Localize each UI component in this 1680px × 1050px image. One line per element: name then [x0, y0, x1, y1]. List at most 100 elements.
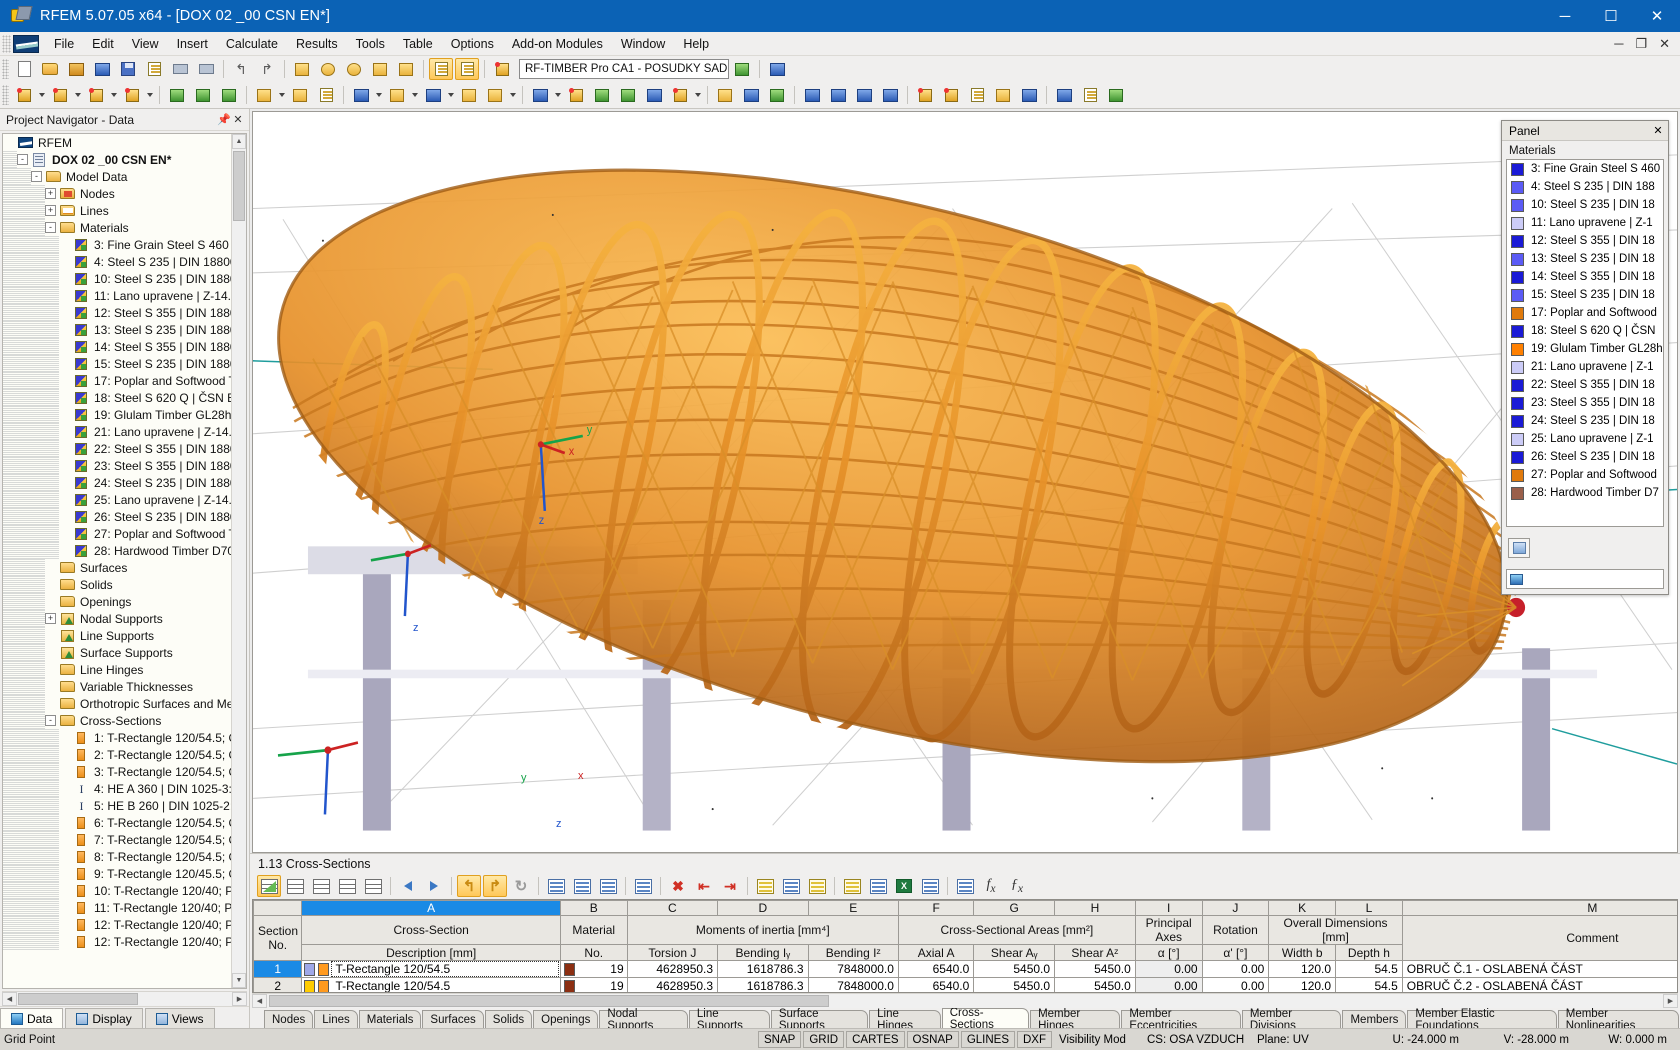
cross-section-description[interactable]: T-Rectangle 120/54.5 [332, 979, 557, 992]
tree-expander-icon[interactable]: - [45, 222, 56, 233]
scrollbar-thumb[interactable] [269, 995, 829, 1007]
scroll-right-icon[interactable]: ▶ [232, 992, 247, 1006]
table-tab-member-nonlinearities[interactable]: Member Nonlinearities [1557, 1008, 1680, 1028]
material-legend-item[interactable]: 4: Steel S 235 | DIN 188 [1507, 178, 1663, 196]
navigator-tab-views[interactable]: Views [144, 1008, 215, 1028]
remove-left-button[interactable]: ⇤ [692, 875, 716, 897]
scrollbar-thumb[interactable] [233, 151, 245, 221]
column-letter-a[interactable]: A [301, 900, 561, 916]
new-surface-dropdown[interactable] [145, 84, 155, 106]
tree-node[interactable]: 4: Steel S 235 | DIN 18800:19 [3, 253, 246, 270]
tree-node[interactable]: 12: Steel S 355 | DIN 18800:1 [3, 304, 246, 321]
mesh-settings-button[interactable] [528, 84, 552, 106]
status-dxf-toggle[interactable]: DXF [1017, 1031, 1052, 1048]
table-tab-member-eccentricities[interactable]: Member Eccentricities [1121, 1008, 1241, 1028]
mdi-minimize-button[interactable]: ─ [1608, 36, 1629, 51]
material-legend-item[interactable]: 18: Steel S 620 Q | ČSN [1507, 322, 1663, 340]
menu-item-options[interactable]: Options [442, 34, 503, 54]
navigator-horizontal-scrollbar[interactable]: ◀ ▶ [2, 991, 247, 1006]
undo-button[interactable]: ↰ [229, 58, 253, 80]
material-number-cell[interactable]: 19 [559, 977, 628, 992]
status-snap-toggle[interactable]: SNAP [758, 1031, 802, 1048]
tree-node[interactable]: Line Supports [3, 627, 246, 644]
table-tab-openings[interactable]: Openings [533, 1010, 599, 1028]
tree-node[interactable]: 23: Steel S 355 | DIN 18800:1 [3, 457, 246, 474]
clear-table-button[interactable] [631, 875, 655, 897]
redo-button[interactable]: ↱ [255, 58, 279, 80]
material-legend-item[interactable]: 17: Poplar and Softwood [1507, 304, 1663, 322]
tree-node[interactable]: - Materials [3, 219, 246, 236]
model-viewport-3d[interactable]: y x z y x z z Panel ✕ Materials 3: Fine … [252, 111, 1678, 853]
table-tab-surfaces[interactable]: Surfaces [422, 1010, 484, 1028]
copy-object-button[interactable] [483, 84, 507, 106]
torsion-j-cell[interactable]: 4628950.3 [626, 960, 719, 978]
materials-panel-close-icon[interactable]: ✕ [1651, 124, 1665, 137]
table-tab-nodal-supports[interactable]: Nodal Supports [599, 1008, 688, 1028]
view-xz-button[interactable] [852, 84, 876, 106]
panel-color-scale-bar[interactable] [1506, 569, 1664, 589]
tree-node[interactable]: I 4: HE A 360 | DIN 1025-3:19 [3, 780, 246, 797]
menu-item-calculate[interactable]: Calculate [217, 34, 287, 54]
view-iso-button[interactable] [800, 84, 824, 106]
table-filter-button[interactable] [866, 875, 890, 897]
new-file-button[interactable] [12, 58, 36, 80]
show-navigator-button[interactable] [429, 58, 453, 80]
table-notes-button[interactable] [840, 875, 864, 897]
cross-section-cell[interactable]: T-Rectangle 120/54.5 [301, 977, 561, 992]
navigator-tab-data[interactable]: Data [0, 1008, 64, 1028]
show-table-button[interactable] [455, 58, 479, 80]
table-tab-lines[interactable]: Lines [314, 1010, 358, 1028]
bending-iz-cell[interactable]: 7848000.0 [807, 977, 899, 992]
new-hinge-button[interactable] [421, 84, 445, 106]
scrollbar-thumb[interactable] [18, 993, 138, 1005]
transparency-button[interactable] [1017, 84, 1041, 106]
tree-node[interactable]: 2: T-Rectangle 120/54.5; Glu [3, 746, 246, 763]
table-tab-line-supports[interactable]: Line Supports [688, 1008, 770, 1028]
column-letter-e[interactable]: E [807, 900, 899, 916]
comment-cell[interactable]: OBRUČ Č.2 - OSLABENÁ ČÁST [1401, 977, 1677, 992]
new-solid-dropdown[interactable] [374, 84, 384, 106]
menu-grip-handle[interactable] [2, 34, 11, 53]
help-tool-button[interactable] [765, 58, 789, 80]
tree-expander-icon[interactable]: - [45, 715, 56, 726]
material-legend-item[interactable]: 24: Steel S 235 | DIN 18 [1507, 412, 1663, 430]
principal-axes-alpha-cell[interactable]: 0.00 [1134, 977, 1203, 992]
new-load-button[interactable] [252, 84, 276, 106]
principal-axes-alpha-cell[interactable]: 0.00 [1134, 960, 1203, 978]
render-model-button[interactable] [290, 58, 314, 80]
delete-row-button[interactable]: ✖ [666, 875, 690, 897]
tree-node[interactable]: Surface Supports [3, 644, 246, 661]
material-legend-item[interactable]: 3: Fine Grain Steel S 460 [1507, 160, 1663, 178]
table-tab-member-hinges[interactable]: Member Hinges [1030, 1008, 1121, 1028]
print-button[interactable] [168, 58, 192, 80]
tree-node[interactable]: 18: Steel S 620 Q | ČSN EN 1 [3, 389, 246, 406]
cross-section-cell[interactable]: T-Rectangle 120/54.5 [301, 960, 561, 978]
row-number-cell[interactable]: 2 [253, 977, 303, 992]
menu-item-view[interactable]: View [123, 34, 168, 54]
tree-node[interactable]: 11: Lano upravene | Z-14.7- [3, 287, 246, 304]
column-letter-k[interactable]: K [1268, 900, 1337, 916]
width-b-cell[interactable]: 120.0 [1268, 977, 1337, 992]
tree-node[interactable]: I 5: HE B 260 | DIN 1025-2:199 [3, 797, 246, 814]
table-tab-member-divisions[interactable]: Member Divisions [1241, 1008, 1342, 1028]
zoom-window-button[interactable] [368, 58, 392, 80]
addon-module-launch-button[interactable] [490, 58, 514, 80]
tree-node[interactable]: + Lines [3, 202, 246, 219]
tree-node[interactable]: 11: T-Rectangle 120/40; Pop [3, 899, 246, 916]
new-nodal-load-button[interactable] [288, 84, 312, 106]
print-preview-button[interactable] [194, 58, 218, 80]
material-legend-item[interactable]: 13: Steel S 235 | DIN 18 [1507, 250, 1663, 268]
table-view-yellow-button[interactable] [753, 875, 777, 897]
depth-h-cell[interactable]: 54.5 [1335, 977, 1403, 992]
sort-table-button[interactable] [953, 875, 977, 897]
calculate-all-button[interactable] [616, 84, 640, 106]
shear-az-cell[interactable]: 5450.0 [1054, 960, 1136, 978]
table-undo-button[interactable]: ↰ [457, 875, 481, 897]
tree-node[interactable]: 27: Poplar and Softwood Ti [3, 525, 246, 542]
tree-node[interactable]: 28: Hardwood Timber D70 | [3, 542, 246, 559]
cross-sections-table[interactable]: A B C D E F G H I J K L M Section No. Cr… [253, 900, 1677, 992]
new-node-button[interactable] [12, 84, 36, 106]
printout-report-button[interactable] [142, 58, 166, 80]
menu-item-insert[interactable]: Insert [168, 34, 217, 54]
column-letter-c[interactable]: C [626, 900, 719, 916]
